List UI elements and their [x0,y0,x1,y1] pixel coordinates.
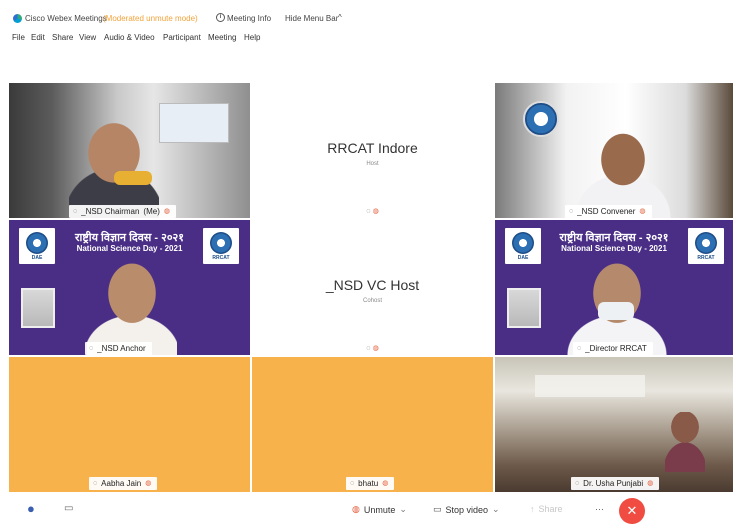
participant-name: _NSD Anchor [97,344,146,353]
hide-menu-bar-button[interactable]: Hide Menu Bar [285,14,338,23]
share-label: Share [538,504,563,514]
participant-name: _Director RRCAT [585,344,647,353]
name-tag-convener: ◌ _NSD Convener ◍ [565,205,652,218]
name-tag-bhatu: ◌ bhatu ◍ [346,477,395,490]
audio-connected-icon: ◌ [93,480,98,487]
poster-image [159,103,229,143]
chevron-down-icon[interactable]: ⌄ [492,504,500,515]
banner-title-hindi: राष्ट्रीय विज्ञान दिवस - २०२१ [559,232,669,244]
participant-role: Host [366,161,379,167]
app-title: Cisco Webex Meetings [25,14,107,23]
name-tag-chairman: ◌ _NSD Chairman (Me) ◍ [69,205,176,218]
webex-assistant-icon[interactable]: ● [27,501,35,516]
video-tile-director[interactable]: DAE RRCAT राष्ट्रीय विज्ञान दिवस - २०२१ … [495,220,733,355]
unmute-button[interactable]: ◍ Unmute ⌄ [352,504,407,515]
audio-connected-icon: ◌ [350,480,355,487]
unmute-label: Unmute [363,504,396,515]
name-tag-director: ◌ _Director RRCAT [573,342,653,355]
share-button[interactable]: ↑ Share [530,504,563,514]
video-tile-convener[interactable]: ◌ _NSD Convener ◍ [495,83,733,218]
muted-mic-icon: ◍ [163,208,170,215]
participant-name: _NSD Chairman [81,207,140,216]
video-tile-chairman[interactable]: ◌ _NSD Chairman (Me) ◍ [9,83,250,218]
menu-help[interactable]: Help [244,33,260,42]
menu-participant[interactable]: Participant [163,33,201,42]
chairman-person [69,113,159,218]
menu-view[interactable]: View [79,33,96,42]
participant-name: Aabha Jain [101,479,142,488]
muted-mic-icon: ◍ [639,208,646,215]
menu-audio-video[interactable]: Audio & Video [104,33,155,42]
muted-mic-icon: ◍ [372,208,379,215]
video-tile-bhatu[interactable]: ◌ bhatu ◍ [252,357,493,492]
audio-connected-icon: ◌ [73,208,78,215]
window-light [535,375,645,397]
mask-image [598,302,634,320]
audio-connected-icon: ◌ [577,345,582,352]
menu-bar: File Edit Share View Audio & Video Parti… [0,30,733,46]
audio-connected-icon: ◌ [575,480,580,487]
name-tag-anchor: ◌ _NSD Anchor [85,342,152,355]
menu-meeting[interactable]: Meeting [208,33,236,42]
more-options-button[interactable]: ··· [595,504,604,514]
cv-raman-portrait [21,288,55,328]
banner-title-english: National Science Day - 2021 [76,244,183,253]
info-icon[interactable]: i [216,13,225,22]
participant-name: _NSD Convener [577,207,636,216]
video-tile-rrcat-indore[interactable]: RRCAT Indore Host ◌ ◍ [252,83,493,218]
cohost-status-icons: ◌ ◍ [252,343,493,353]
video-camera-icon: ▭ [433,504,442,514]
rrcat-wall-logo [523,101,559,137]
participant-role: Cohost [362,298,382,304]
muted-mic-icon: ◍ [372,345,379,352]
share-icon: ↑ [530,504,535,514]
audio-connected-icon: ◌ [569,208,574,215]
closed-captions-icon[interactable]: ▭ [64,503,73,514]
video-tile-vc-host[interactable]: _NSD VC Host Cohost ◌ ◍ [252,220,493,355]
meeting-mode-label: (Moderated unmute mode) [103,14,198,23]
muted-mic-icon: ◍ [352,504,360,514]
meeting-control-bar: ● ▭ ◍ Unmute ⌄ ▭ Stop video ⌄ ↑ Share ··… [0,494,733,527]
chevron-up-icon[interactable]: ^ [338,13,342,22]
participant-name: RRCAT Indore [327,140,418,156]
name-tag-usha-punjabi: ◌ Dr. Usha Punjabi ◍ [571,477,660,490]
menu-file[interactable]: File [12,33,25,42]
name-tag-aabha-jain: ◌ Aabha Jain ◍ [89,477,158,490]
video-tile-usha-punjabi[interactable]: ◌ Dr. Usha Punjabi ◍ [495,357,733,492]
participant-name: Dr. Usha Punjabi [583,479,644,488]
close-icon: ✕ [626,503,638,518]
participant-me-tag: (Me) [143,207,160,216]
stop-video-label: Stop video [445,504,489,515]
banner-title-hindi: राष्ट्रीय विज्ञान दिवस - २०२१ [75,232,184,244]
classroom-person [665,412,705,472]
menu-edit[interactable]: Edit [31,33,45,42]
meeting-info-button[interactable]: Meeting Info [227,14,271,23]
muted-mic-icon: ◍ [647,480,654,487]
host-status-icons: ◌ ◍ [252,206,493,216]
audio-connected-icon: ◌ [366,345,371,352]
participant-name: _NSD VC Host [325,277,420,293]
anchor-person [87,260,177,355]
audio-connected-icon: ◌ [366,208,371,215]
participant-name: bhatu [358,479,379,488]
menu-share[interactable]: Share [52,33,73,42]
banner-title-english: National Science Day - 2021 [561,244,667,253]
webex-logo-icon [13,14,22,23]
audio-connected-icon: ◌ [89,345,94,352]
video-tile-anchor[interactable]: DAE RRCAT राष्ट्रीय विज्ञान दिवस - २०२१ … [9,220,250,355]
stop-video-button[interactable]: ▭ Stop video ⌄ [433,504,500,515]
mask-image [114,171,152,185]
leave-meeting-button[interactable]: ✕ [619,498,645,524]
cv-raman-portrait [507,288,541,328]
chevron-down-icon[interactable]: ⌄ [399,504,407,515]
video-tile-aabha-jain[interactable]: ◌ Aabha Jain ◍ [9,357,250,492]
title-bar: Cisco Webex Meetings (Moderated unmute m… [0,0,733,30]
muted-mic-icon: ◍ [145,480,152,487]
muted-mic-icon: ◍ [382,480,389,487]
